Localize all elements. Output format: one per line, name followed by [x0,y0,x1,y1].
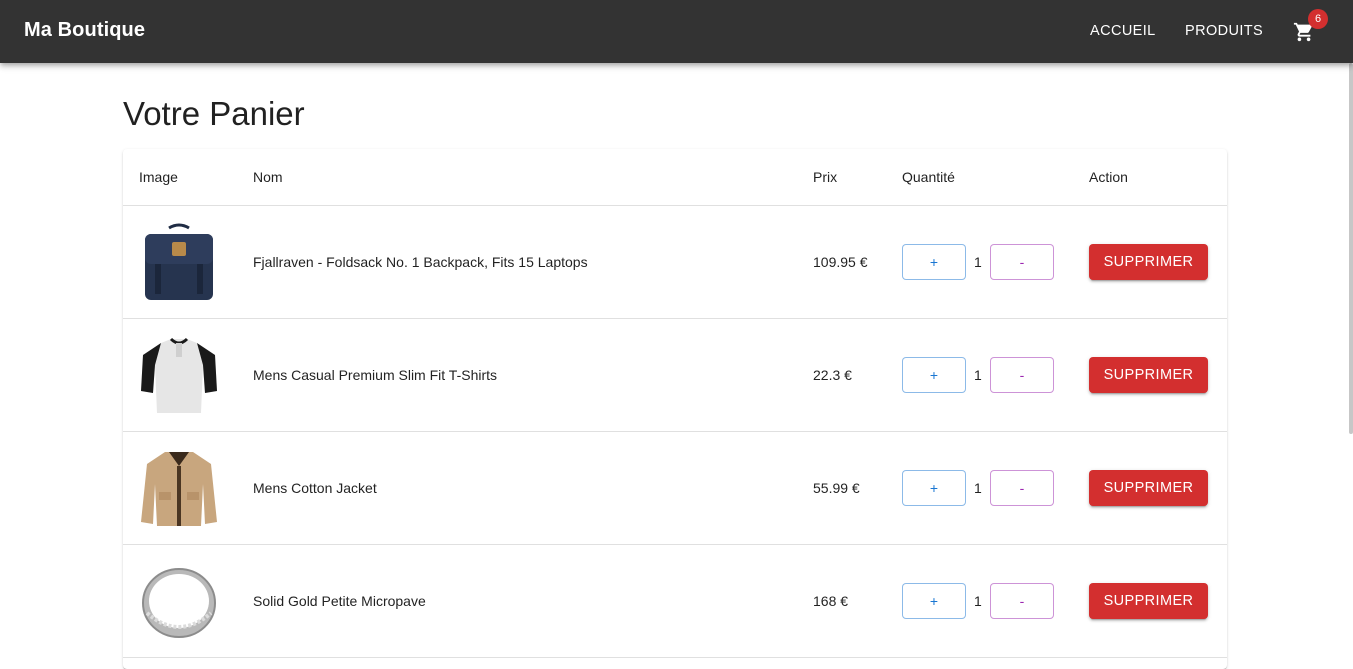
column-header-action: Action [1089,169,1128,185]
backpack-image [145,223,213,300]
increase-quantity-button[interactable]: + [902,244,966,280]
jacket-image [141,452,217,526]
table-row: Solid Gold Petite Micropave 168 € + 1 - … [123,545,1227,658]
ring-image [142,568,216,638]
delete-button[interactable]: SUPPRIMER [1089,470,1208,506]
delete-button[interactable]: SUPPRIMER [1089,583,1208,619]
table-header: Image Nom Prix Quantité Action [123,149,1227,206]
brand-title[interactable]: Ma Boutique [24,19,145,42]
increase-quantity-button[interactable]: + [902,357,966,393]
column-header-image: Image [139,169,178,185]
product-name: Mens Cotton Jacket [253,480,377,496]
delete-button[interactable]: SUPPRIMER [1089,244,1208,280]
product-price: 22.3 € [813,367,852,383]
column-header-name: Nom [253,169,283,185]
delete-button[interactable]: SUPPRIMER [1089,357,1208,393]
product-name: Mens Casual Premium Slim Fit T-Shirts [253,367,498,383]
product-name: Solid Gold Petite Micropave [253,593,426,609]
increase-quantity-button[interactable]: + [902,470,966,506]
table-row: Fjallraven - Foldsack No. 1 Backpack, Fi… [123,206,1227,319]
table-row: Mens Casual Premium Slim Fit T-Shirts 22… [123,319,1227,432]
decrease-quantity-button[interactable]: - [990,244,1054,280]
column-header-quantity: Quantité [902,169,955,185]
quantity-value: 1 [974,367,982,383]
nav-produits[interactable]: PRODUITS [1185,23,1263,39]
scrollbar[interactable] [1349,63,1353,434]
nav-accueil[interactable]: ACCUEIL [1090,23,1156,39]
product-price: 109.95 € [813,254,868,270]
cart-table: Image Nom Prix Quantité Action Fjallrave… [123,149,1227,669]
quantity-value: 1 [974,480,982,496]
decrease-quantity-button[interactable]: - [990,357,1054,393]
tshirt-image [141,337,217,413]
product-price: 168 € [813,593,849,609]
page-title: Votre Panier [123,95,305,132]
decrease-quantity-button[interactable]: - [990,583,1054,619]
product-price: 55.99 € [813,480,860,496]
cart-count-badge: 6 [1308,9,1328,29]
quantity-value: 1 [974,593,982,609]
app-bar: Ma Boutique ACCUEIL PRODUITS 6 [0,0,1353,63]
increase-quantity-button[interactable]: + [902,583,966,619]
product-name: Fjallraven - Foldsack No. 1 Backpack, Fi… [253,254,588,270]
table-row: Mens Cotton Jacket 55.99 € + 1 - SUPPRIM… [123,432,1227,545]
quantity-value: 1 [974,254,982,270]
decrease-quantity-button[interactable]: - [990,470,1054,506]
column-header-price: Prix [813,169,838,185]
